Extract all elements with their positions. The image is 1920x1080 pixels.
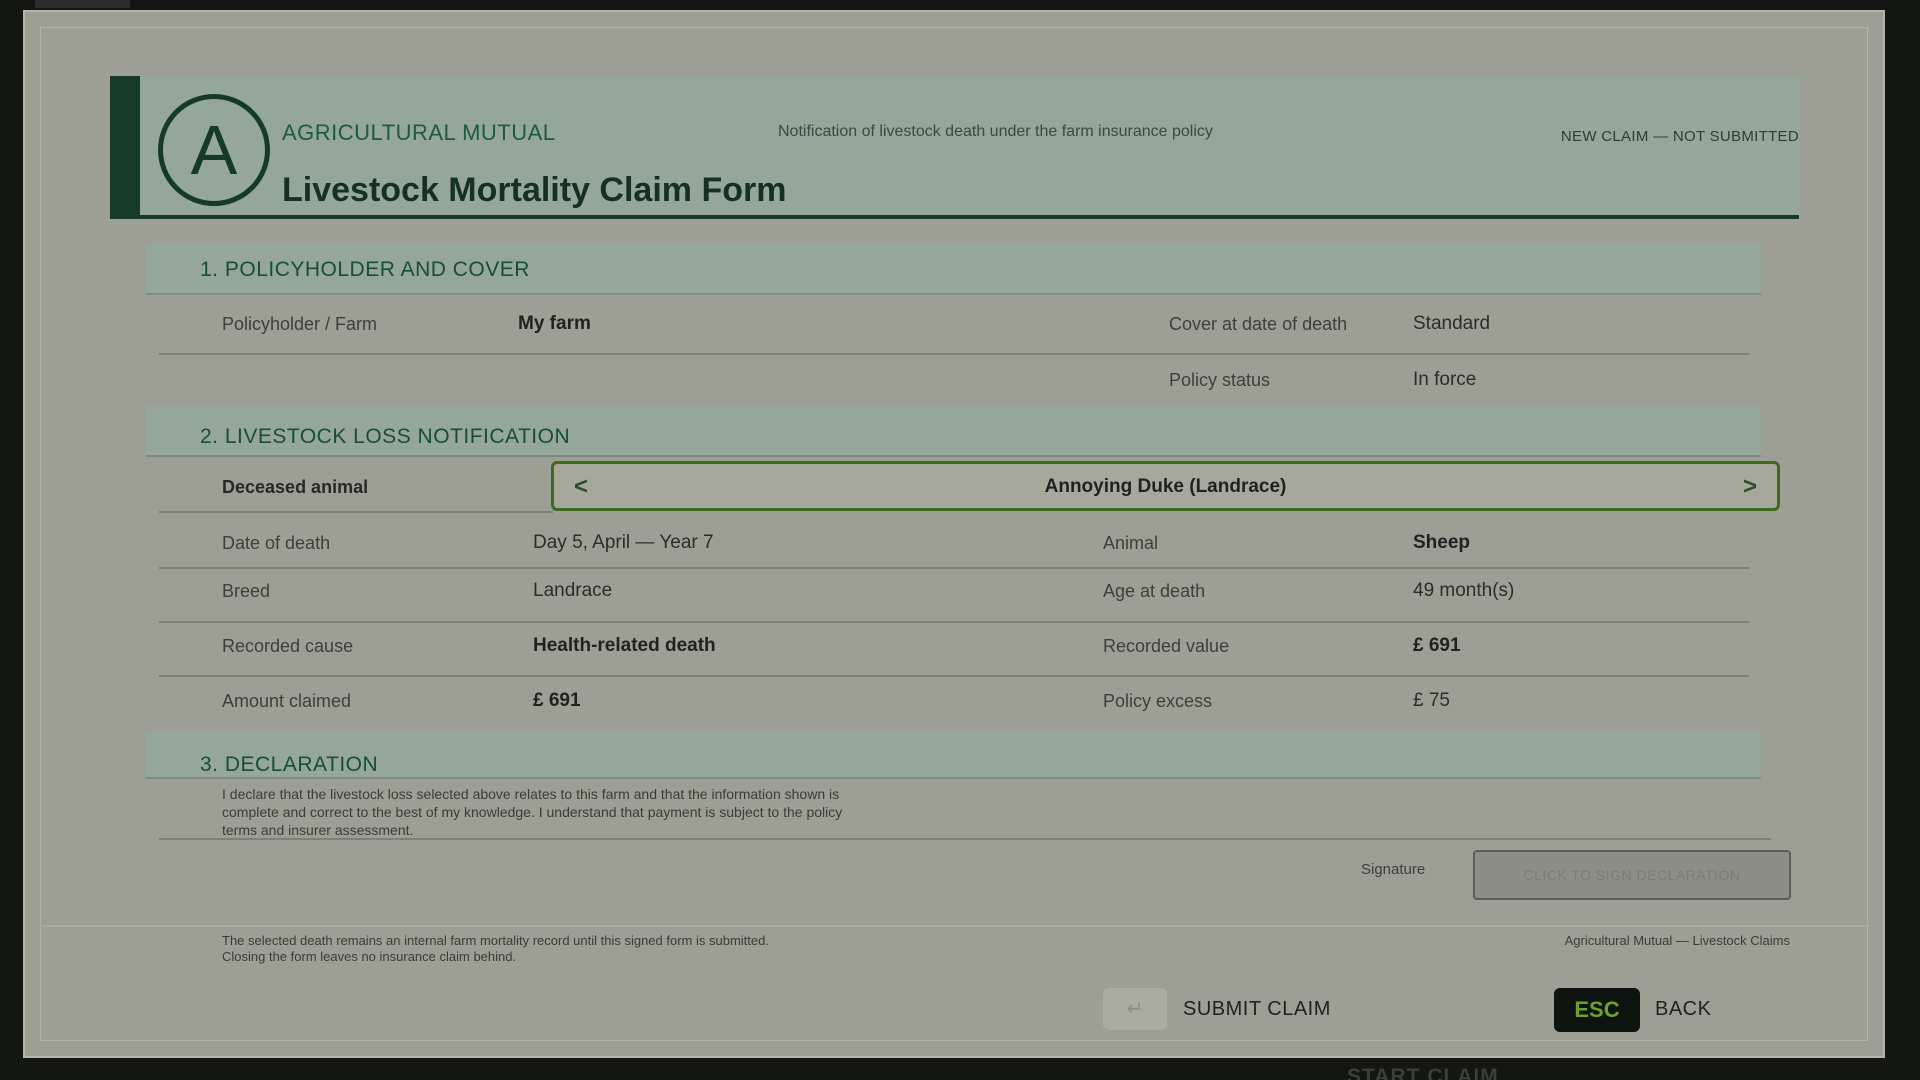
recorded-cause-label: Recorded cause [222, 636, 354, 656]
cover-value: Standard [1413, 313, 1491, 334]
backdrop-strip [35, 0, 130, 8]
age-value: 49 month(s) [1413, 580, 1515, 601]
animal-value: Sheep [1413, 532, 1471, 553]
backdrop-start-claim: START CLAIM [1347, 1065, 1499, 1080]
footer-note: The selected death remains an internal f… [222, 933, 769, 964]
age-label: Age at death [1103, 581, 1206, 601]
submit-claim-button[interactable]: SUBMIT CLAIM [1183, 998, 1331, 1021]
cover-label: Cover at date of death [1169, 314, 1348, 334]
form-header: A AGRICULTURAL MUTUAL Livestock Mortalit… [110, 76, 1799, 219]
footer-brand: Agricultural Mutual — Livestock Claims [1564, 933, 1790, 948]
deceased-animal-selector[interactable]: < Annoying Duke (Landrace) > [551, 461, 1780, 511]
header-accent-bar [110, 76, 140, 219]
declaration-divider [159, 838, 1771, 840]
policy-status-value: In force [1413, 369, 1477, 390]
back-button[interactable]: BACK [1655, 998, 1711, 1021]
policyholder-label: Policyholder / Farm [222, 314, 378, 334]
enter-key-icon[interactable]: ↵ [1103, 988, 1167, 1030]
row-deceased-animal: Deceased animal [159, 459, 553, 513]
recorded-cause-value: Health-related death [533, 635, 716, 656]
row-date-animal: Date of death Day 5, April — Year 7 Anim… [159, 513, 1749, 569]
recorded-value: £ 691 [1413, 635, 1461, 656]
date-of-death-label: Date of death [222, 533, 331, 553]
breed-value: Landrace [533, 580, 613, 601]
row-policyholder: Policyholder / Farm My farm Cover at dat… [159, 297, 1749, 355]
selected-animal: Annoying Duke (Landrace) [1044, 476, 1287, 497]
insurer-logo-icon: A [158, 94, 270, 206]
amount-claimed-value: £ 691 [533, 690, 581, 711]
policy-excess-label: Policy excess [1103, 691, 1213, 711]
esc-key-button[interactable]: ESC [1554, 988, 1640, 1032]
claim-status-badge: NEW CLAIM — NOT SUBMITTED [1560, 128, 1799, 145]
section-policyholder-header: 1. POLICYHOLDER AND COVER [146, 243, 1761, 295]
animal-label: Animal [1103, 533, 1159, 553]
insurer-name: AGRICULTURAL MUTUAL [282, 120, 556, 145]
section-title: 3. DECLARATION [200, 753, 379, 776]
breed-label: Breed [222, 581, 271, 601]
row-breed-age: Breed Landrace Age at death 49 month(s) [159, 569, 1749, 623]
deceased-animal-label: Deceased animal [222, 477, 369, 497]
section-title: 1. POLICYHOLDER AND COVER [200, 258, 530, 281]
page-title: Livestock Mortality Claim Form [282, 171, 787, 209]
section-title: 2. LIVESTOCK LOSS NOTIFICATION [200, 425, 571, 448]
section-livestock-header: 2. LIVESTOCK LOSS NOTIFICATION [146, 405, 1761, 457]
amount-claimed-label: Amount claimed [222, 691, 352, 711]
header-subtitle: Notification of livestock death under th… [778, 123, 1213, 140]
footer-divider [40, 925, 1870, 927]
date-of-death-value: Day 5, April — Year 7 [533, 532, 714, 553]
declaration-text: I declare that the livestock loss select… [222, 786, 843, 838]
policyholder-value: My farm [518, 313, 591, 334]
recorded-value-label: Recorded value [1103, 636, 1230, 656]
signature-label: Signature [1361, 861, 1426, 878]
sign-declaration-button[interactable]: CLICK TO SIGN DECLARATION [1473, 850, 1791, 900]
section-declaration-header: 3. DECLARATION [146, 731, 1761, 779]
policy-excess-value: £ 75 [1413, 690, 1450, 711]
policy-status-label: Policy status [1169, 370, 1271, 390]
selector-next-arrow-icon[interactable]: > [1743, 473, 1757, 501]
row-cause-value: Recorded cause Health-related death Reco… [159, 623, 1749, 677]
